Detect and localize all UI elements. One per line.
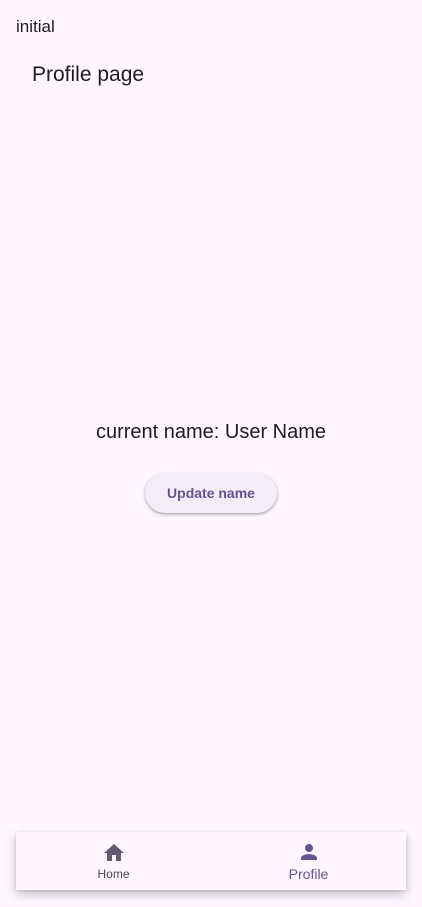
status-label: initial — [16, 17, 55, 36]
nav-item-label: Home — [97, 867, 130, 881]
update-name-button[interactable]: Update name — [145, 473, 277, 513]
app-screen: initial Profile page current name: User … — [0, 0, 422, 907]
nav-item-profile[interactable]: Profile — [211, 832, 406, 890]
home-icon — [103, 844, 124, 861]
nav-item-home[interactable]: Home — [16, 832, 211, 890]
bottom-navigation-bar: Home Profile — [16, 832, 406, 890]
nav-item-label: Profile — [288, 866, 329, 882]
profile-content: current name: User Name Update name — [0, 418, 422, 513]
page-title: Profile page — [32, 63, 145, 86]
current-name-text: current name: User Name — [95, 421, 327, 443]
person-icon — [300, 844, 317, 860]
